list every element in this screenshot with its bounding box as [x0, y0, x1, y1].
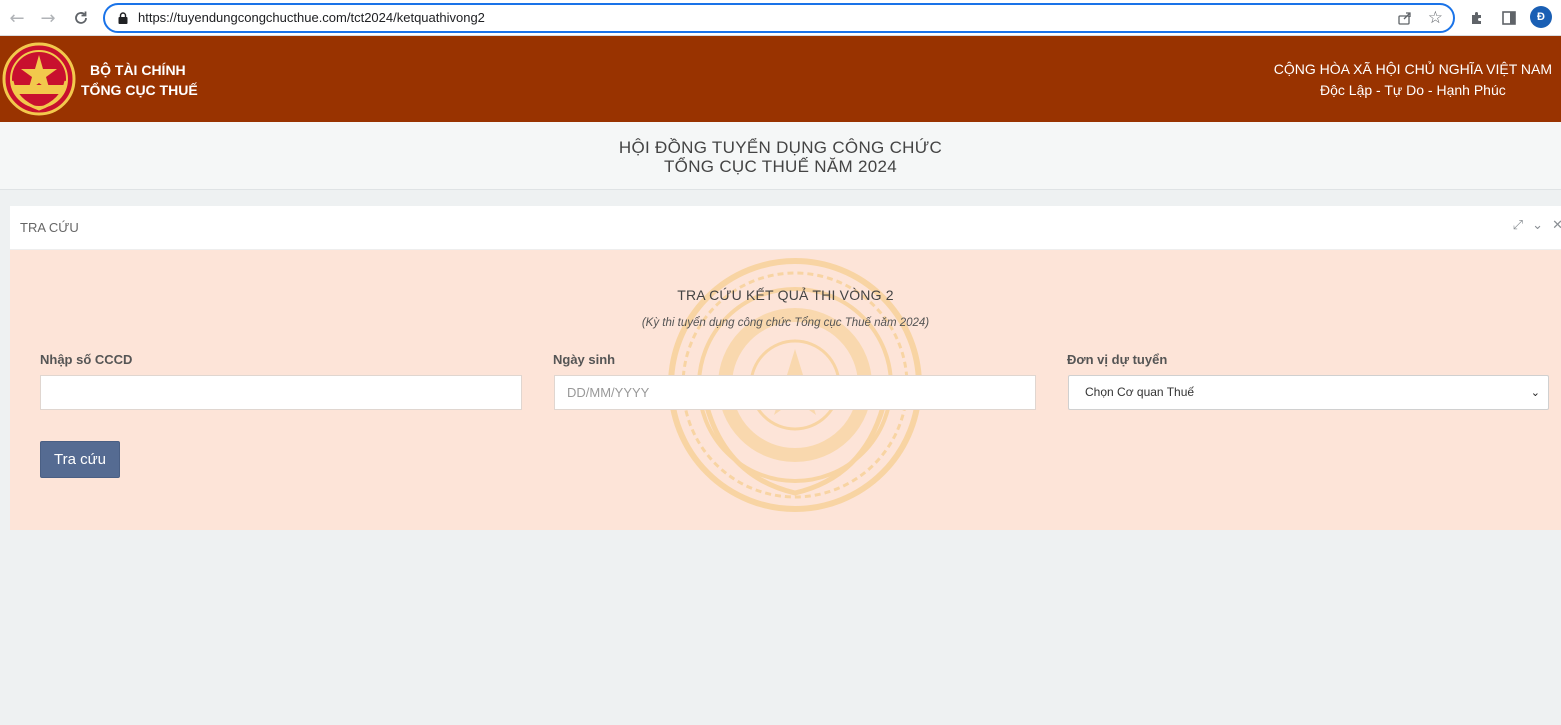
browser-toolbar: ← → https://tuyendungcongchucthue.com/tc…: [0, 0, 1561, 36]
expand-icon[interactable]: ⤢: [1513, 218, 1523, 233]
bookmark-star-icon[interactable]: ☆: [1428, 8, 1443, 28]
reload-icon[interactable]: [69, 6, 93, 30]
organization-name: BỘ TÀI CHÍNH TỔNG CỤC THUẾ: [81, 60, 198, 100]
panel-header: TRA CỨU ⤢ ⌄ ✕: [10, 206, 1561, 250]
council-banner: HỘI ĐỒNG TUYỂN DỤNG CÔNG CHỨC TỔNG CỤC T…: [0, 122, 1561, 190]
extensions-puzzle-icon[interactable]: [1466, 7, 1488, 29]
dob-input[interactable]: DD/MM/YYYY: [554, 375, 1036, 410]
share-icon[interactable]: [1397, 10, 1413, 29]
id-number-input[interactable]: [40, 375, 522, 410]
panel-body: TRA CỨU KẾT QUẢ THI VÒNG 2 (Kỳ thi tuyển…: [10, 250, 1561, 530]
panel-title: TRA CỨU: [20, 220, 79, 235]
site-header: BỘ TÀI CHÍNH TỔNG CỤC THUẾ CỘNG HÒA XÃ H…: [0, 36, 1561, 122]
form-subtitle: (Kỳ thi tuyển dụng công chức Tổng cục Th…: [641, 317, 930, 329]
search-button[interactable]: Tra cứu: [40, 441, 120, 478]
org-line-1: BỘ TÀI CHÍNH: [90, 62, 186, 78]
close-icon[interactable]: ✕: [1552, 218, 1561, 233]
url-text: https://tuyendungcongchucthue.com/tct202…: [138, 10, 485, 25]
unit-select[interactable]: Chọn Cơ quan Thuế ⌄: [1068, 375, 1549, 410]
forward-arrow-icon[interactable]: →: [36, 6, 60, 30]
unit-label: Đơn vị dự tuyển: [1067, 352, 1168, 367]
org-line-2: TỔNG CỤC THUẾ: [81, 82, 198, 98]
lock-icon: [118, 12, 128, 24]
chevron-down-icon: ⌄: [1530, 386, 1540, 399]
back-arrow-icon[interactable]: ←: [5, 6, 29, 30]
form-title: TRA CỨU KẾT QUẢ THI VÒNG 2: [677, 287, 894, 303]
chevron-down-icon[interactable]: ⌄: [1532, 218, 1543, 233]
national-motto: CỘNG HÒA XÃ HỘI CHỦ NGHĨA VIỆT NAM Độc L…: [1274, 59, 1552, 101]
id-number-label: Nhập số CCCD: [40, 352, 133, 367]
council-title-line-2: TỔNG CỤC THUẾ NĂM 2024: [664, 157, 897, 176]
council-title-line-1: HỘI ĐỒNG TUYỂN DỤNG CÔNG CHỨC: [618, 138, 943, 157]
unit-selected-value: Chọn Cơ quan Thuế: [1085, 385, 1195, 399]
lookup-panel: TRA CỨU ⤢ ⌄ ✕ TRA CỨU KẾT QUẢ THI VÒNG 2…: [10, 206, 1561, 530]
tax-department-logo: [2, 42, 76, 116]
profile-avatar[interactable]: Đ: [1530, 6, 1552, 28]
nation-line-2: Độc Lập - Tự Do - Hạnh Phúc: [1320, 82, 1506, 98]
dob-label: Ngày sinh: [553, 352, 616, 367]
nation-line-1: CỘNG HÒA XÃ HỘI CHỦ NGHĨA VIỆT NAM: [1273, 61, 1552, 77]
address-bar[interactable]: https://tuyendungcongchucthue.com/tct202…: [103, 3, 1455, 33]
side-panel-icon[interactable]: [1498, 7, 1520, 29]
